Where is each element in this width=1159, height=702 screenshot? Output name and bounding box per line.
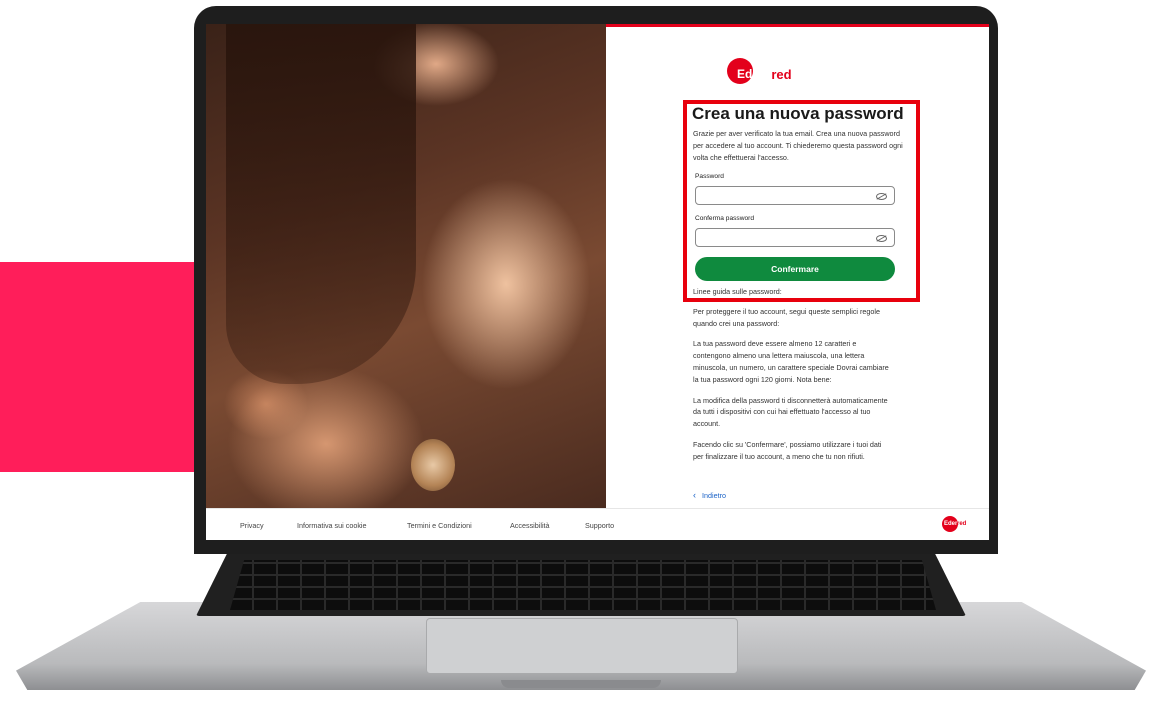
password-guidelines: Linee guida sulle password: Per protegge… <box>693 286 893 472</box>
footer-link-privacy[interactable]: Privacy <box>240 521 264 530</box>
footer: Privacy Informativa sui cookie Termini e… <box>206 508 989 540</box>
brand-logo: Eden red <box>726 58 792 84</box>
footer-logo: Eden red <box>942 516 972 532</box>
guidelines-paragraph: Facendo clic su 'Confermare', possiamo u… <box>693 439 882 461</box>
footer-link-accessibility[interactable]: Accessibilità <box>510 521 550 530</box>
back-link-label: Indietro <box>702 490 726 500</box>
laptop-base <box>16 540 1146 700</box>
footer-logo-text: red <box>957 521 967 527</box>
lid-notch <box>501 680 661 688</box>
back-link[interactable]: ‹ Indietro <box>693 490 726 500</box>
photo-hair-shape <box>226 24 416 384</box>
guidelines-heading: Linee guida sulle password: <box>693 287 782 296</box>
footer-link-support[interactable]: Supporto <box>585 521 614 530</box>
top-accent-bar <box>606 24 989 27</box>
hero-photo <box>206 24 606 508</box>
logo-mark: Eden <box>726 58 773 84</box>
keyboard-keys <box>230 560 936 610</box>
laptop-screen: Eden red Crea una nuova password Grazie … <box>206 24 989 540</box>
footer-link-cookie[interactable]: Informativa sui cookie <box>297 521 367 530</box>
trackpad <box>426 618 738 674</box>
highlight-box <box>683 100 920 302</box>
footer-link-terms[interactable]: Termini e Condizioni <box>407 521 472 530</box>
decorative-pink-block <box>0 262 210 472</box>
guidelines-paragraph: La modifica della password ti disconnett… <box>693 395 888 429</box>
guidelines-paragraph: Per proteggere il tuo account, segui que… <box>693 306 880 328</box>
chevron-left-icon: ‹ <box>693 490 696 500</box>
logo-text: red <box>771 66 792 82</box>
guidelines-paragraph: La tua password deve essere almeno 12 ca… <box>693 339 889 384</box>
photo-watch-shape <box>411 439 455 491</box>
